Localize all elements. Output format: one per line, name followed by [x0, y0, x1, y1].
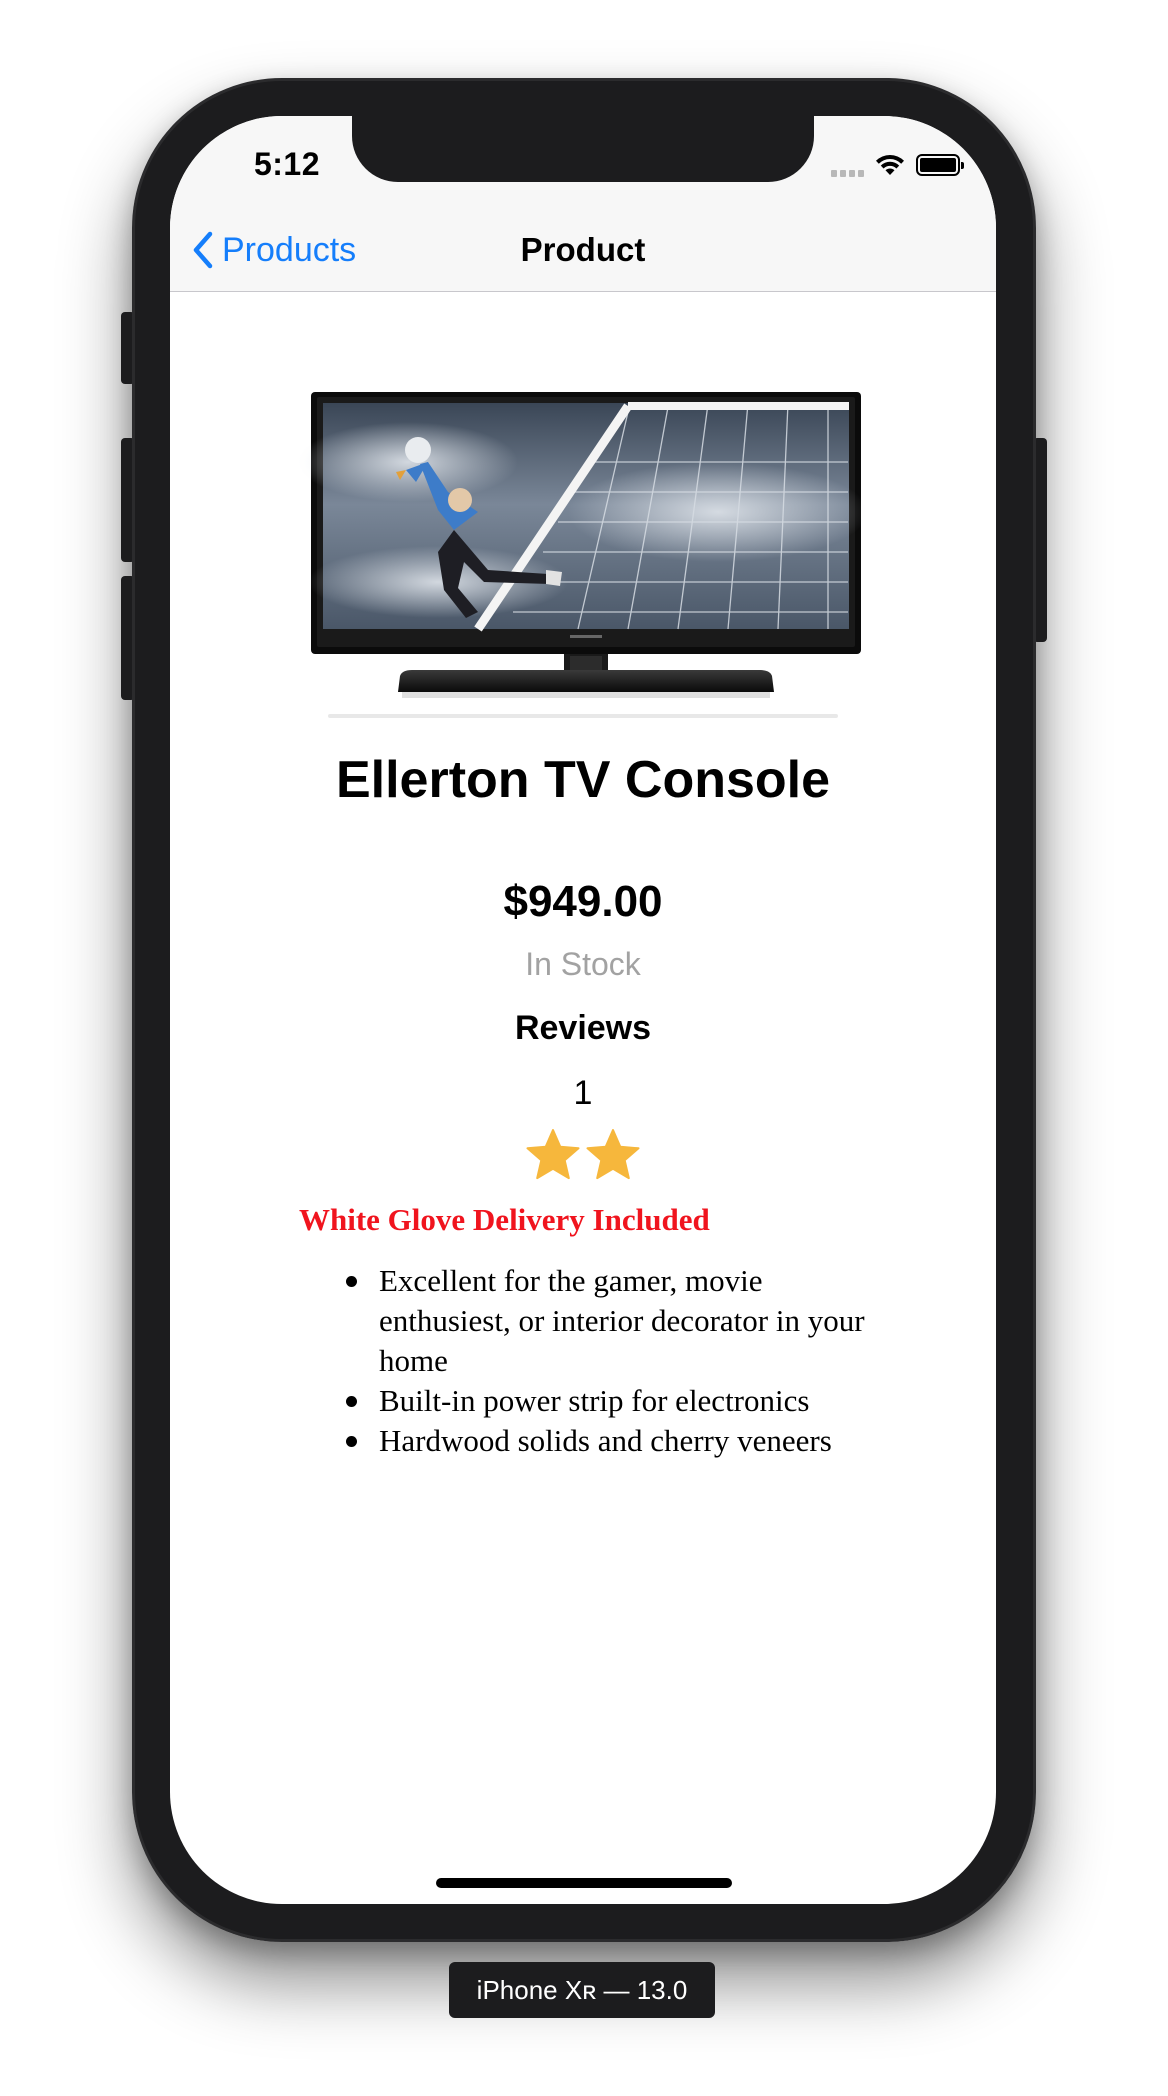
- star-icon: [586, 1129, 640, 1180]
- product-detail: Ellerton TV Console $949.00 In Stock Rev…: [170, 294, 996, 1904]
- simulator-device-label: iPhone Xʀ — 13.0: [449, 1962, 715, 2018]
- feature-text: Excellent for the gamer, movie enthusies…: [379, 1263, 865, 1378]
- device-screen: 5:12 Products Product Ellerton TV Consol…: [170, 116, 996, 1904]
- stock-status: In Stock: [525, 946, 641, 982]
- home-indicator[interactable]: [436, 1878, 732, 1888]
- star-rating: [170, 1128, 996, 1182]
- bullet-icon: [346, 1276, 357, 1287]
- delivery-note: White Glove Delivery Included: [299, 1202, 710, 1237]
- feature-item: Excellent for the gamer, movie enthusies…: [346, 1261, 879, 1381]
- feature-list: Excellent for the gamer, movie enthusies…: [346, 1261, 879, 1461]
- battery-icon: [916, 154, 964, 176]
- feature-text: Built-in power strip for electronics: [379, 1383, 810, 1418]
- feature-item: Built-in power strip for electronics: [346, 1381, 879, 1421]
- status-time: 5:12: [253, 146, 321, 182]
- nav-title: Product: [520, 231, 646, 268]
- feature-item: Hardwood solids and cherry veneers: [346, 1421, 879, 1461]
- simulator-stage: 5:12 Products Product Ellerton TV Consol…: [0, 0, 1168, 2096]
- signal-icon: [831, 153, 864, 177]
- star-icon: [526, 1129, 580, 1180]
- status-icons: [831, 150, 964, 180]
- wifi-icon: [876, 155, 904, 175]
- product-name: Ellerton TV Console: [335, 751, 831, 809]
- product-price: $949.00: [503, 877, 663, 926]
- reviews-heading: Reviews: [514, 1009, 652, 1047]
- device-notch: [352, 116, 814, 182]
- tv-product-image: [298, 392, 868, 718]
- reviews-count: 1: [573, 1074, 593, 1112]
- feature-text: Hardwood solids and cherry veneers: [379, 1423, 832, 1458]
- bullet-icon: [346, 1396, 357, 1407]
- bullet-icon: [346, 1436, 357, 1447]
